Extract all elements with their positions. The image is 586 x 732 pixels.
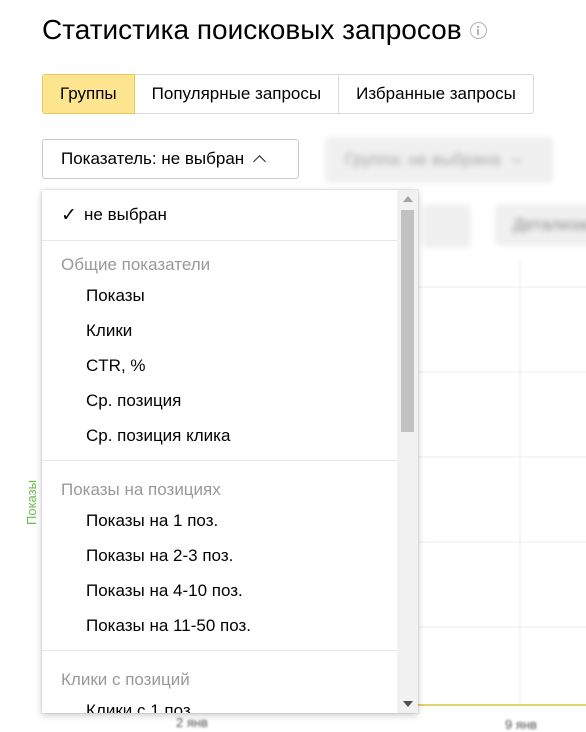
scroll-up-arrow-icon[interactable] xyxy=(403,196,413,202)
dropdown-item-shows-pos-11-50[interactable]: Показы на 11-50 поз. xyxy=(42,608,397,643)
dropdown-item-shows-pos-1[interactable]: Показы на 1 поз. xyxy=(42,503,397,538)
tab-groups[interactable]: Группы xyxy=(42,74,135,114)
tab-bar: Группы Популярные запросы Избранные запр… xyxy=(42,74,534,114)
dropdown-group-heading: Общие показатели xyxy=(61,255,211,274)
group-select[interactable]: Группа: не выбрана xyxy=(326,138,552,182)
dropdown-group-heading: Клики с позиций xyxy=(61,670,190,689)
dropdown-item-shows-pos-4-10[interactable]: Показы на 4-10 поз. xyxy=(42,573,397,608)
detail-button-label: Детализация xyxy=(513,215,586,234)
metric-select-label: Показатель: не выбран xyxy=(61,149,245,168)
dropdown-group-heading: Показы на позициях xyxy=(61,480,221,499)
group-select-label: Группа: не выбрана xyxy=(345,150,501,169)
x-tick-label: 2 янв xyxy=(176,715,208,730)
dropdown-item-clicks[interactable]: Клики xyxy=(42,313,397,348)
chevron-up-icon xyxy=(253,155,267,168)
page-title-text: Статистика поисковых запросов xyxy=(42,14,462,45)
tab-favorite-queries[interactable]: Избранные запросы xyxy=(339,74,534,114)
dropdown-item-none[interactable]: ✓ не выбран xyxy=(42,190,397,240)
page-title: Статистика поисковых запросов xyxy=(42,14,487,46)
info-icon[interactable] xyxy=(469,21,487,39)
dropdown-list: ✓ не выбран Общие показатели Показы Клик… xyxy=(42,190,397,713)
dropdown-item-clicks-pos-1[interactable]: Клики с 1 поз. xyxy=(42,693,397,714)
dropdown-item-shows[interactable]: Показы xyxy=(42,278,397,313)
scrollbar-thumb[interactable] xyxy=(401,210,414,432)
divider xyxy=(42,460,397,461)
detail-button[interactable]: Детализация xyxy=(496,205,586,245)
divider xyxy=(42,650,397,651)
x-tick-label: 9 янв xyxy=(505,717,537,732)
dropdown-scrollbar[interactable] xyxy=(397,190,418,713)
chart-settings-button[interactable] xyxy=(424,205,470,247)
y-axis-label: Показы xyxy=(24,480,39,525)
metric-dropdown-menu: ✓ не выбран Общие показатели Показы Клик… xyxy=(42,190,418,713)
tab-popular-queries[interactable]: Популярные запросы xyxy=(134,74,340,114)
dropdown-item-label: не выбран xyxy=(84,205,167,224)
scroll-down-arrow-icon[interactable] xyxy=(403,701,413,707)
checkmark-icon: ✓ xyxy=(61,204,77,226)
metric-select[interactable]: Показатель: не выбран xyxy=(42,139,299,179)
dropdown-item-avg-position[interactable]: Ср. позиция xyxy=(42,383,397,418)
dropdown-item-avg-click-position[interactable]: Ср. позиция клика xyxy=(42,418,397,453)
dropdown-item-shows-pos-2-3[interactable]: Показы на 2-3 поз. xyxy=(42,538,397,573)
chevron-down-icon xyxy=(510,152,523,164)
dropdown-item-ctr[interactable]: CTR, % xyxy=(42,348,397,383)
